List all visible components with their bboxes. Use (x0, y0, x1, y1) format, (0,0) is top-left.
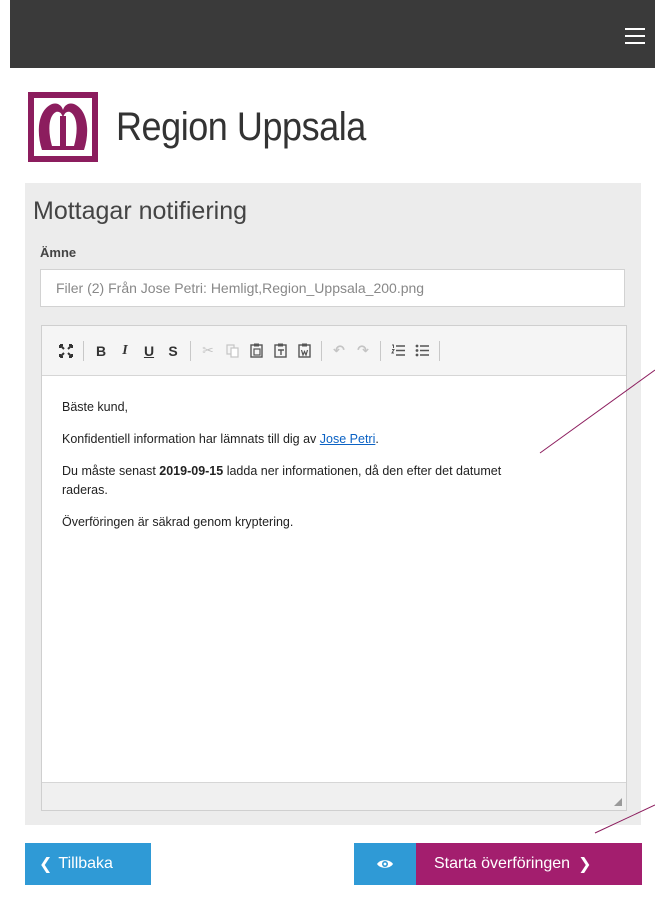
info-line: Konfidentiell information har lämnats ti… (62, 430, 606, 449)
chevron-right-icon: ❯ (578, 856, 592, 873)
chevron-left-icon: ❮ (39, 856, 53, 873)
undo-icon[interactable]: ↶ (327, 339, 351, 363)
sender-link[interactable]: Jose Petri (320, 432, 376, 446)
subject-input[interactable] (40, 269, 625, 307)
greeting-text: Bäste kund, (62, 400, 129, 414)
rich-text-editor[interactable]: B I U S ✂ ↶ ↷ Bäste kund, Konfidentiell … (41, 325, 627, 811)
deadline-prefix: Du måste senast (62, 464, 160, 478)
preview-button[interactable] (354, 843, 416, 885)
page-title: Mottagar notifiering (33, 197, 248, 225)
cut-icon[interactable]: ✂ (196, 339, 220, 363)
eye-icon (377, 860, 393, 868)
resize-grip-icon[interactable] (614, 798, 622, 806)
encryption-line: Överföringen är säkrad genom kryptering. (62, 515, 294, 529)
toolbar-separator (321, 340, 322, 361)
bulleted-list-icon[interactable] (410, 339, 434, 363)
editor-statusbar (42, 782, 626, 810)
hamburger-icon[interactable] (625, 28, 645, 44)
bold-icon[interactable]: B (89, 339, 113, 363)
underline-icon[interactable]: U (137, 339, 161, 363)
deadline-line: Du måste senast 2019-09-15 ladda ner inf… (62, 462, 502, 500)
redo-icon[interactable]: ↷ (351, 339, 375, 363)
back-button[interactable]: ❮ Tillbaka (25, 843, 151, 885)
toolbar-separator (83, 340, 84, 361)
toolbar-separator (439, 340, 440, 361)
toolbar-separator (190, 340, 191, 361)
numbered-list-icon[interactable] (386, 339, 410, 363)
paste-icon[interactable] (244, 339, 268, 363)
info-line-text: Konfidentiell information har lämnats ti… (62, 432, 320, 446)
italic-icon[interactable]: I (113, 339, 137, 363)
region-uppsala-logo-icon (28, 92, 98, 162)
deadline-date: 2019-09-15 (159, 464, 224, 478)
editor-toolbar: B I U S ✂ ↶ ↷ (42, 326, 626, 376)
brand-name: Region Uppsala (116, 104, 366, 149)
info-line-end: . (375, 432, 379, 446)
start-transfer-label: Starta överföringen (434, 855, 571, 872)
paste-text-icon[interactable] (268, 339, 292, 363)
top-navbar (10, 0, 655, 68)
maximize-icon[interactable] (54, 339, 78, 363)
brand-logo: Region Uppsala (28, 92, 394, 162)
strikethrough-icon[interactable]: S (161, 339, 185, 363)
toolbar-separator (380, 340, 381, 361)
editor-content[interactable]: Bäste kund, Konfidentiell information ha… (42, 376, 626, 532)
notification-panel: Mottagar notifiering Ämne B I U S ✂ (25, 183, 641, 825)
subject-label: Ämne (40, 245, 77, 260)
start-transfer-button[interactable]: Starta överföringen ❯ (416, 843, 642, 885)
back-button-label: Tillbaka (58, 855, 113, 872)
copy-icon[interactable] (220, 339, 244, 363)
paste-word-icon[interactable] (292, 339, 316, 363)
